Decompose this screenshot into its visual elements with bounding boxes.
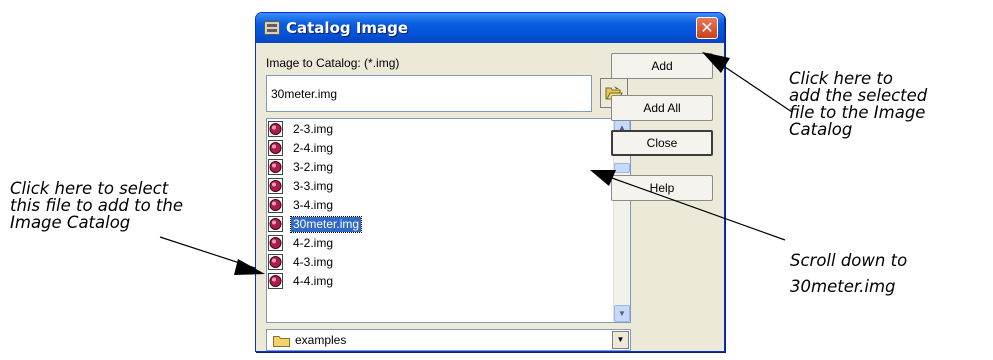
- scroll-arrowhead: [590, 170, 616, 186]
- add-arrow-line: [724, 66, 793, 113]
- add-arrowhead: [702, 52, 730, 73]
- annotation-arrows: [159, 52, 793, 275]
- scroll-arrow-line: [611, 177, 786, 241]
- select-arrowhead: [234, 259, 265, 275]
